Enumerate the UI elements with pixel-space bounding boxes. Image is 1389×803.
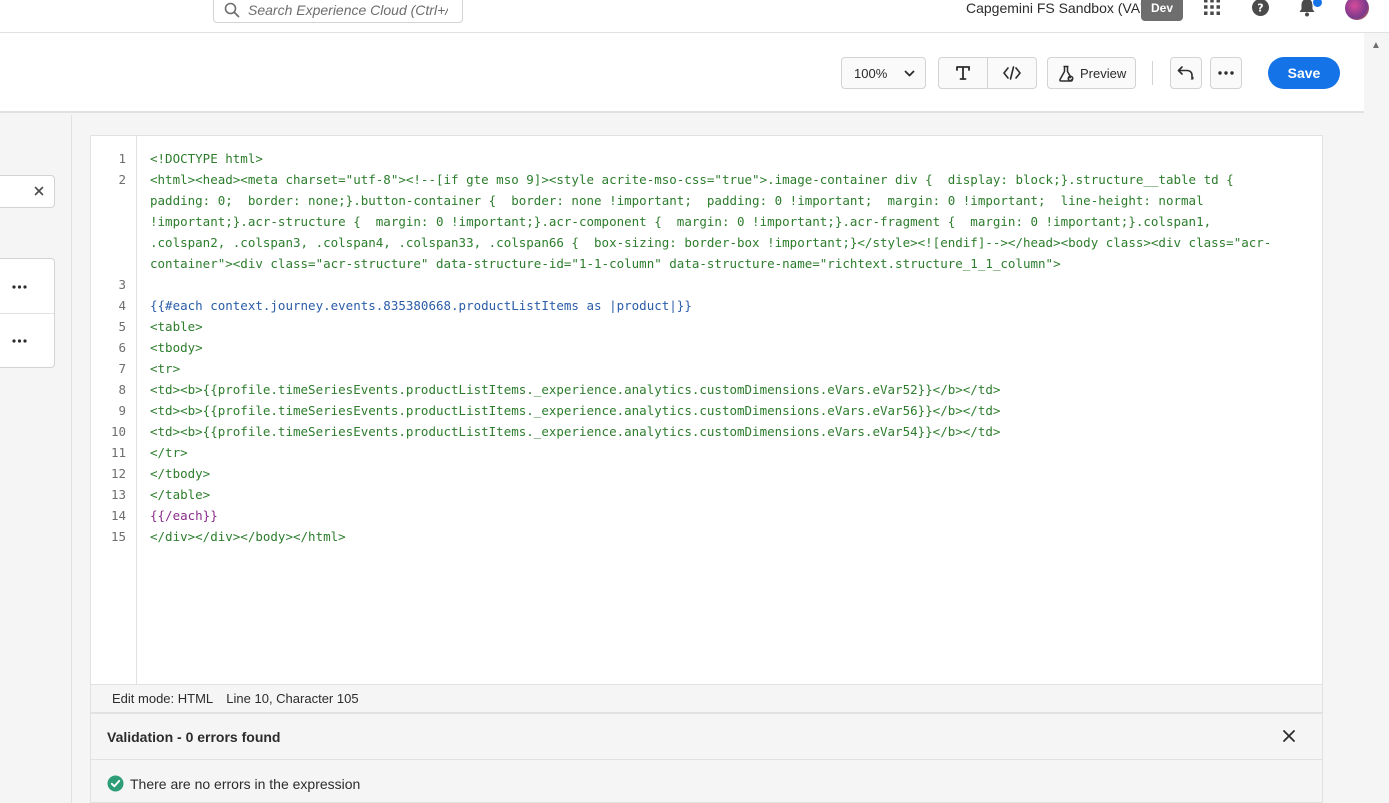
more-icon <box>1218 71 1234 75</box>
line-number: 9 <box>118 403 126 418</box>
apps-grid-icon[interactable] <box>1203 0 1221 16</box>
more-icon[interactable] <box>12 339 27 343</box>
close-icon[interactable] <box>1282 729 1296 743</box>
text-mode-icon <box>956 66 970 80</box>
code-line: <html><head><meta charset="utf-8"><!--[i… <box>150 172 1234 187</box>
code-line: </tr> <box>150 445 188 460</box>
code-line: !important;}.acr-structure { margin: 0 !… <box>150 214 1212 229</box>
code-mode-button[interactable] <box>987 58 1036 88</box>
validation-panel: Validation - 0 errors found There are no… <box>90 713 1323 803</box>
code-editor[interactable]: 1 2 3 4 5 6 7 8 9 10 11 12 13 14 15 <!DO… <box>90 135 1323 685</box>
environment-badge: Dev <box>1141 0 1184 21</box>
validation-title: Validation - 0 errors found <box>107 729 281 745</box>
code-line: <td><b>{{profile.timeSeriesEvents.produc… <box>150 424 1001 439</box>
search-input[interactable] <box>248 1 448 18</box>
left-panel-item-list <box>0 258 55 368</box>
line-number: 6 <box>118 340 126 355</box>
undo-button[interactable] <box>1170 57 1202 89</box>
chevron-down-icon <box>904 70 915 77</box>
code-line: <tr> <box>150 361 181 376</box>
left-panel-search-field[interactable] <box>0 175 55 208</box>
preview-button[interactable]: Preview <box>1047 57 1136 89</box>
top-navigation-bar: Capgemini FS Sandbox (VA7) Dev ? <box>0 0 1389 33</box>
line-number: 15 <box>110 529 126 544</box>
left-panel <box>0 115 72 803</box>
notification-badge <box>1312 0 1323 8</box>
edit-mode-toggle <box>938 57 1037 89</box>
code-line: </tbody> <box>150 466 211 481</box>
svg-text:?: ? <box>1257 2 1263 15</box>
help-icon[interactable]: ? <box>1251 0 1270 17</box>
line-number: 12 <box>110 466 126 481</box>
text-mode-button[interactable] <box>939 58 987 88</box>
editor-status-bar: Edit mode: HTML Line 10, Character 105 <box>90 685 1323 713</box>
line-number: 8 <box>118 382 126 397</box>
global-search[interactable] <box>213 0 463 23</box>
code-line: <!DOCTYPE html> <box>150 151 263 166</box>
more-actions-button[interactable] <box>1210 57 1242 89</box>
code-line: <tbody> <box>150 340 203 355</box>
code-line: </table> <box>150 487 211 502</box>
list-divider <box>0 313 54 314</box>
code-line: <td><b>{{profile.timeSeriesEvents.produc… <box>150 382 1001 397</box>
close-icon[interactable] <box>34 186 44 196</box>
code-mode-icon <box>1003 66 1021 80</box>
check-circle-icon <box>107 775 124 792</box>
line-number: 3 <box>118 277 126 292</box>
toolbar-divider <box>1152 61 1153 85</box>
line-number: 11 <box>110 445 126 460</box>
line-number: 2 <box>118 172 126 187</box>
flask-icon <box>1059 65 1074 82</box>
line-number: 1 <box>118 151 126 166</box>
avatar[interactable] <box>1345 0 1369 20</box>
code-line: padding: 0; border: none;}.button-contai… <box>150 193 1204 208</box>
code-line: {{#each context.journey.events.835380668… <box>150 298 692 313</box>
cursor-position: Line 10, Character 105 <box>226 691 359 706</box>
line-number: 7 <box>118 361 126 376</box>
search-icon <box>224 2 240 17</box>
line-number: 14 <box>110 508 126 523</box>
line-number-gutter: 1 2 3 4 5 6 7 8 9 10 11 12 13 14 15 <box>91 136 137 684</box>
edit-mode-status: Edit mode: HTML <box>112 691 213 706</box>
undo-icon <box>1177 66 1194 80</box>
preview-label: Preview <box>1080 65 1127 81</box>
line-number: 5 <box>118 319 126 334</box>
scroll-up-arrow-icon[interactable]: ▲ <box>1371 40 1381 51</box>
code-line: {{/each}} <box>150 508 218 523</box>
code-line: <td><b>{{profile.timeSeriesEvents.produc… <box>150 403 1001 418</box>
zoom-value: 100% <box>854 65 888 81</box>
validation-message-text: There are no errors in the expression <box>130 775 361 792</box>
code-line: </div></div></body></html> <box>150 529 346 544</box>
line-number: 13 <box>110 487 126 502</box>
validation-message: There are no errors in the expression <box>107 775 360 792</box>
code-line: <table> <box>150 319 203 334</box>
line-number: 10 <box>110 424 126 439</box>
validation-header: Validation - 0 errors found <box>91 714 1322 760</box>
org-switcher[interactable]: Capgemini FS Sandbox (VA7) <box>966 0 1153 16</box>
editor-toolbar: 100% Preview Save <box>0 33 1364 113</box>
code-line: container"><div class="acr-structure" da… <box>150 256 1061 271</box>
zoom-select[interactable]: 100% <box>841 57 926 89</box>
line-number: 4 <box>118 298 126 313</box>
save-button[interactable]: Save <box>1268 57 1340 89</box>
code-line: .colspan2, .colspan3, .colspan4, .colspa… <box>150 235 1272 250</box>
more-icon[interactable] <box>12 285 27 289</box>
